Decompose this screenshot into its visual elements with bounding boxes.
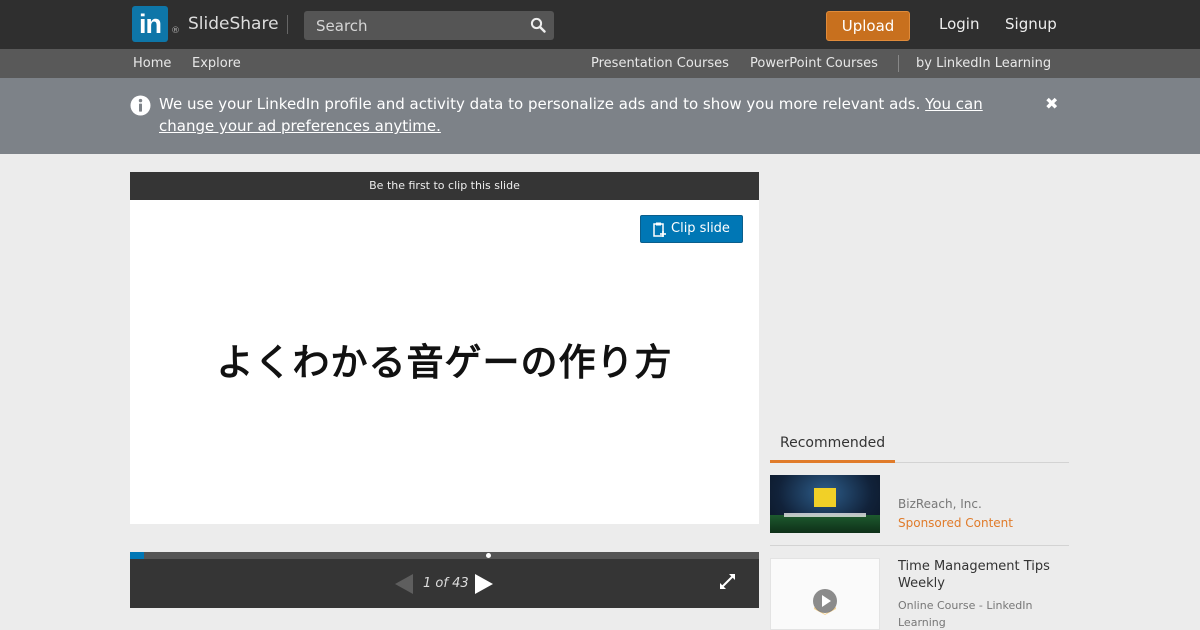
page-indicator: 1 of 43 [423,576,469,591]
next-icon[interactable] [475,574,493,594]
login-link[interactable]: Login [939,15,979,33]
thumbnail-caption-band [784,513,866,517]
thumbnail-field [770,515,880,533]
clip-prompt: Be the first to clip this slide [130,172,759,200]
nav-explore[interactable]: Explore [192,56,241,71]
nav-linkedin-learning[interactable]: by LinkedIn Learning [916,56,1051,71]
course-source: Online Course - LinkedIn Learning [898,599,1033,629]
slide-player: Be the first to clip this slide Clip sli… [130,172,759,608]
play-icon[interactable] [811,587,839,615]
tab-recommended[interactable]: Recommended [780,435,885,451]
fullscreen-icon[interactable] [720,574,735,589]
nav-powerpoint-courses[interactable]: PowerPoint Courses [750,56,878,71]
player-controls: 1 of 43 [130,559,759,608]
progress-marker [486,553,491,558]
linkedin-logo[interactable]: in [132,6,168,42]
clip-slide-label: Clip slide [671,221,730,236]
course-thumbnail[interactable] [770,558,880,630]
registered-mark: ® [171,26,180,36]
clip-icon [653,222,666,237]
recommendation-thumbnail[interactable] [770,475,880,533]
slide-title: よくわかる音ゲーの作り方 [216,341,673,384]
info-icon [130,95,151,116]
tab-active-indicator [770,460,895,463]
sub-navigation: Home Explore Presentation Courses PowerP… [0,49,1200,78]
sponsored-badge: Sponsored Content [898,516,1013,530]
slide-view[interactable]: Clip slide よくわかる音ゲーの作り方 [130,200,759,524]
nav-home[interactable]: Home [133,56,171,71]
thumbnail-crest [814,488,836,507]
signup-link[interactable]: Signup [1005,15,1057,33]
notice-text: We use your LinkedIn profile and activit… [159,93,1009,137]
search-input[interactable] [304,11,526,40]
slide-progress-bar[interactable] [130,552,759,559]
top-bar: in ® SlideShare Upload Login Signup [0,0,1200,49]
search-icon[interactable] [530,17,546,33]
brand-divider [287,15,288,34]
close-icon[interactable]: ✖ [1045,94,1058,113]
recommendation-author[interactable]: BizReach, Inc. [898,497,982,511]
progress-fill [130,552,145,559]
notice-message: We use your LinkedIn profile and activit… [159,95,921,113]
upload-button[interactable]: Upload [826,11,910,41]
search-box [304,11,554,40]
nav-presentation-courses[interactable]: Presentation Courses [591,56,729,71]
nav-divider [898,55,899,72]
course-title[interactable]: Time Management Tips Weekly [898,558,1068,592]
clip-slide-button[interactable]: Clip slide [640,215,743,243]
list-divider [770,545,1069,546]
brand-name[interactable]: SlideShare [188,14,279,34]
previous-icon[interactable] [395,574,413,594]
ad-notice-banner: We use your LinkedIn profile and activit… [0,78,1200,154]
